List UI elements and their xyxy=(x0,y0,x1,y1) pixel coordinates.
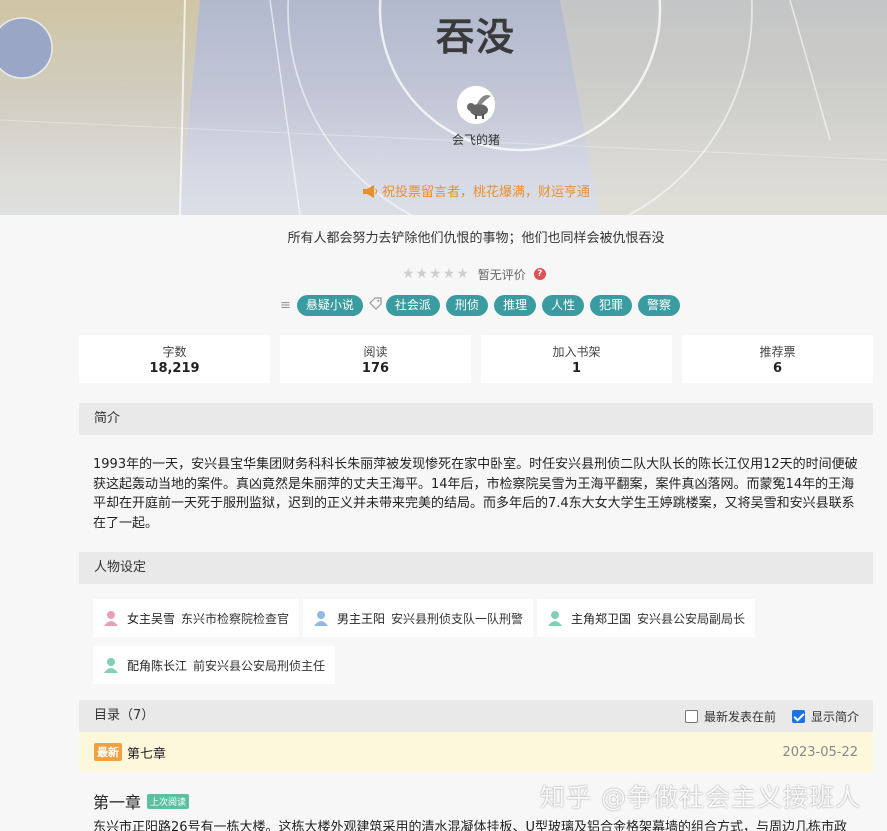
toc-options: 最新发表在前 显示简介 xyxy=(669,708,859,725)
latest-chapter-title[interactable]: 第七章 xyxy=(127,743,166,762)
book-title: 吞没 xyxy=(435,15,516,59)
stat-value: 1 xyxy=(571,361,582,376)
tag-jingcha[interactable]: 警察 xyxy=(638,294,681,316)
person-icon xyxy=(104,611,118,626)
tag-list: ≡ 悬疑小说 社会派 刑侦 推理 人性 犯罪 警察 xyxy=(280,294,686,316)
character-card[interactable]: 女主吴雪 东兴市检察院检查官 xyxy=(93,599,300,637)
list-icon: ≡ xyxy=(280,297,291,313)
tag-fanzui[interactable]: 犯罪 xyxy=(589,294,632,316)
intro-heading: 简介 xyxy=(79,403,873,435)
help-icon[interactable]: ? xyxy=(533,268,546,280)
latest-chapter-date: 2023-05-22 xyxy=(782,744,858,760)
last-read-badge: 上次阅读 xyxy=(147,793,190,809)
stat-value: 18,219 xyxy=(149,361,200,376)
character-desc: 前安兴县公安局刑侦主任 xyxy=(193,658,326,673)
vote-notice-text: 祝投票留言者，桃花爆满，财运亨通 xyxy=(381,185,590,200)
character-role: 女主吴雪 xyxy=(127,611,176,626)
stat-recommend-votes[interactable]: 推荐票 6 xyxy=(682,335,873,383)
stat-label: 推荐票 xyxy=(759,345,796,359)
chapter-preview: 东兴市正阳路26号有一栋大楼。这栋大楼外观建筑采用的清水混凝体挂板、U型玻璃及铝… xyxy=(93,820,848,831)
tag-renxing[interactable]: 人性 xyxy=(541,294,584,316)
character-card[interactable]: 配角陈长江 前安兴县公安局刑侦主任 xyxy=(93,646,336,684)
stat-value: 176 xyxy=(361,361,390,376)
rating-stars[interactable]: ★★★★★ xyxy=(402,266,470,282)
character-role: 主角郑卫国 xyxy=(571,611,632,626)
person-icon xyxy=(314,611,328,626)
author-name[interactable]: 会飞的猪 xyxy=(0,131,887,148)
character-desc: 东兴市检察院检查官 xyxy=(181,611,290,626)
stat-label: 加入书架 xyxy=(552,345,601,359)
intro-text: 1993年的一天，安兴县宝华集团财务科科长朱丽萍被发现惨死在家中卧室。时任安兴县… xyxy=(93,457,858,531)
tag-icon xyxy=(369,296,382,314)
character-card[interactable]: 男主王阳 安兴县刑侦支队一队刑警 xyxy=(303,599,534,637)
latest-chapter-row[interactable]: 最新 第七章 2023-05-22 xyxy=(79,732,873,772)
book-slogan: 所有人都会努力去铲除他们仇恨的事物；他们也同样会被仇恨吞没 xyxy=(287,231,665,246)
chapter-title[interactable]: 第一章 xyxy=(93,789,141,813)
character-role: 配角陈长江 xyxy=(127,658,188,673)
newest-first-label: 最新发表在前 xyxy=(703,710,776,724)
tag-tuili[interactable]: 推理 xyxy=(493,294,536,316)
rating-row: ★★★★★ 暂无评价 ? xyxy=(402,265,546,283)
flying-pig-icon xyxy=(457,86,495,124)
author-avatar[interactable] xyxy=(456,85,496,125)
category-tag[interactable]: 悬疑小说 xyxy=(296,294,363,316)
stat-reads: 阅读 176 xyxy=(280,335,471,383)
character-desc: 安兴县公安局副局长 xyxy=(637,611,746,626)
newest-first-option[interactable]: 最新发表在前 xyxy=(684,708,776,725)
new-badge: 最新 xyxy=(94,743,122,761)
stats-bar: 字数 18,219 阅读 176 加入书架 1 推荐票 6 xyxy=(79,335,873,383)
stat-label: 字数 xyxy=(162,345,187,359)
vote-notice: 祝投票留言者，桃花爆满，财运亨通 xyxy=(0,181,887,202)
tag-shehuipai[interactable]: 社会派 xyxy=(385,294,440,316)
show-intro-label: 显示简介 xyxy=(810,710,859,724)
character-desc: 安兴县刑侦支队一队刑警 xyxy=(391,611,524,626)
character-role: 男主王阳 xyxy=(337,611,386,626)
person-icon xyxy=(548,611,562,626)
stat-bookshelf[interactable]: 加入书架 1 xyxy=(481,335,672,383)
stat-label: 阅读 xyxy=(363,345,388,359)
characters-heading: 人物设定 xyxy=(79,552,873,584)
newest-first-checkbox[interactable] xyxy=(684,710,698,723)
show-intro-option[interactable]: 显示简介 xyxy=(791,708,859,725)
show-intro-checkbox[interactable] xyxy=(791,710,805,723)
watermark: 知乎 @争做社会主义接班人 xyxy=(540,783,861,812)
stat-word-count: 字数 18,219 xyxy=(79,335,270,383)
person-icon xyxy=(104,658,118,673)
megaphone-icon xyxy=(362,185,378,202)
chapter-entry[interactable]: 第一章 上次阅读 xyxy=(93,789,190,813)
character-card[interactable]: 主角郑卫国 安兴县公安局副局长 xyxy=(537,599,756,637)
tag-xingzhen[interactable]: 刑侦 xyxy=(445,294,488,316)
stat-value: 6 xyxy=(772,361,783,376)
rating-text: 暂无评价 xyxy=(477,267,526,282)
